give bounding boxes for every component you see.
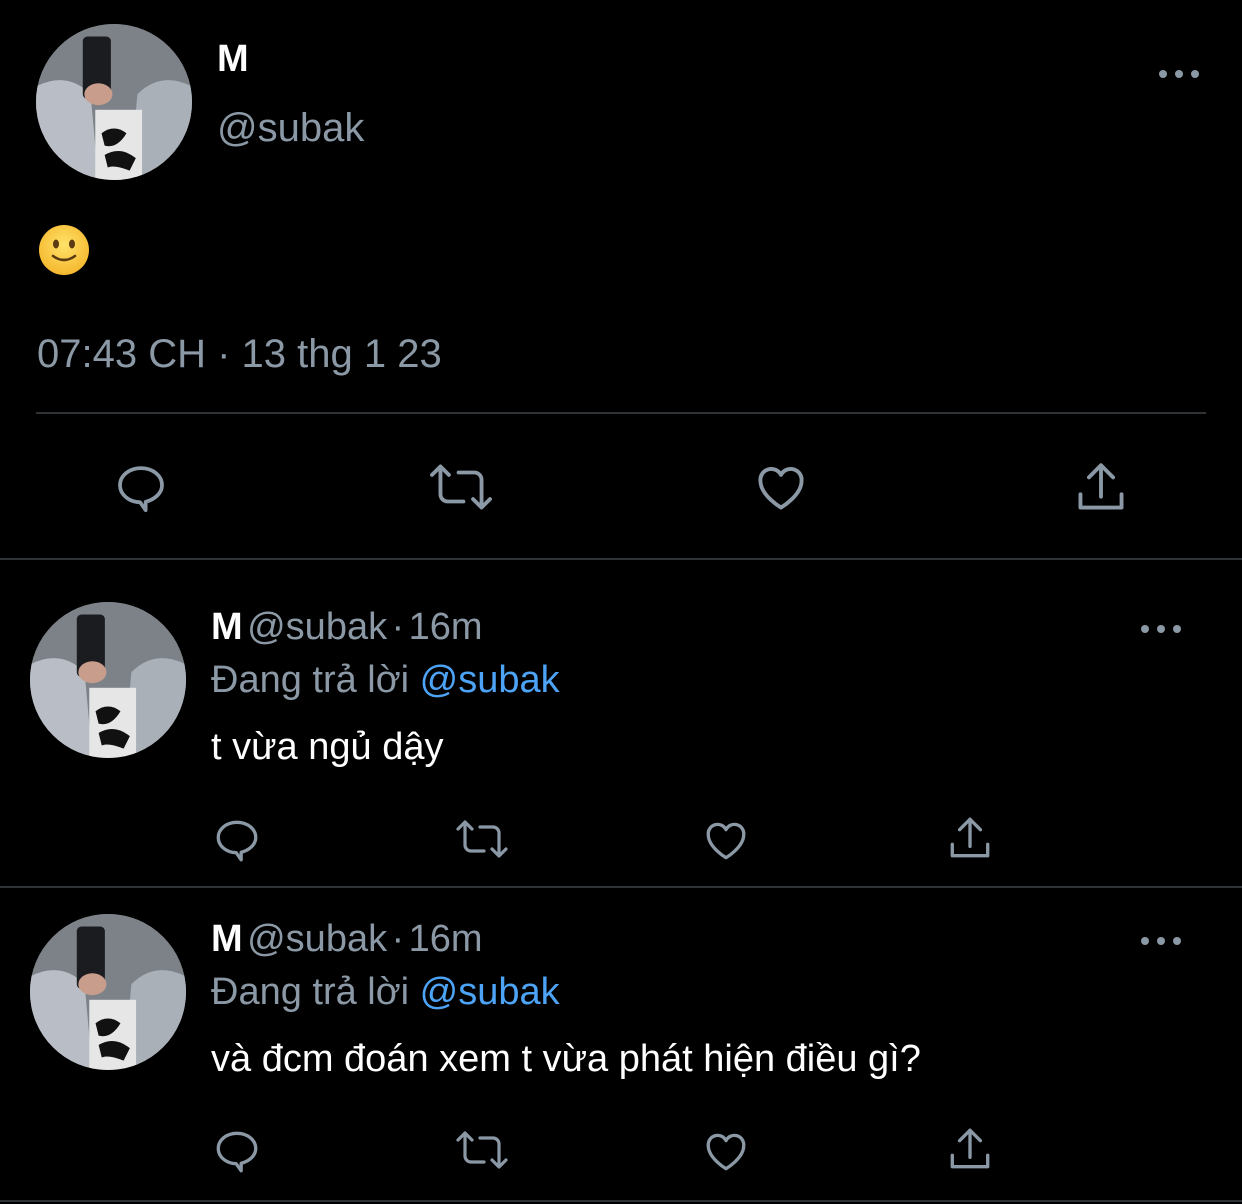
reply-author-name[interactable]: M — [211, 918, 243, 960]
comment-icon[interactable] — [212, 1126, 262, 1176]
tweet-timestamp[interactable]: 07:43 CH · 13 thg 1 23 — [37, 332, 442, 377]
avatar[interactable] — [30, 602, 186, 758]
comment-icon[interactable] — [212, 815, 262, 865]
avatar[interactable] — [30, 914, 186, 1070]
reply-text: t vừa ngủ dậy — [211, 726, 444, 768]
avatar-image — [30, 914, 186, 1070]
mention-link[interactable]: @subak — [420, 659, 560, 701]
replying-to-line: Đang trả lời @subak — [211, 971, 560, 1014]
heart-icon[interactable] — [701, 1126, 751, 1176]
heart-icon[interactable] — [752, 458, 810, 516]
retweet-icon[interactable] — [453, 1126, 511, 1174]
more-icon[interactable] — [1159, 67, 1199, 81]
more-icon[interactable] — [1141, 934, 1181, 948]
more-icon[interactable] — [1141, 622, 1181, 636]
slightly-smiling-face-icon — [39, 225, 89, 275]
tweet-author-handle[interactable]: @subak — [217, 106, 364, 151]
meta-separator: · — [391, 918, 405, 960]
retweet-icon[interactable] — [453, 815, 511, 863]
avatar-image — [36, 24, 192, 180]
share-icon[interactable] — [945, 813, 995, 863]
reply-header: M @subak · 16m — [211, 606, 483, 649]
reply-author-name[interactable]: M — [211, 606, 243, 648]
meta-separator: · — [391, 606, 405, 648]
reply-text: và đcm đoán xem t vừa phát hiện điều gì? — [211, 1038, 921, 1080]
reply-header: M @subak · 16m — [211, 918, 483, 961]
reply-time[interactable]: 16m — [409, 918, 483, 960]
heart-icon[interactable] — [701, 815, 751, 865]
tweet-author-name[interactable]: M — [217, 38, 249, 81]
reply-time[interactable]: 16m — [409, 606, 483, 648]
reply-author-handle[interactable]: @subak — [247, 918, 387, 960]
retweet-icon[interactable] — [426, 458, 496, 516]
tweet-emoji — [38, 224, 90, 276]
divider — [0, 886, 1242, 888]
avatar-image — [30, 602, 186, 758]
reply-author-handle[interactable]: @subak — [247, 606, 387, 648]
replying-label: Đang trả lời — [211, 971, 410, 1013]
divider — [0, 1200, 1242, 1202]
share-icon[interactable] — [1072, 458, 1130, 516]
mention-link[interactable]: @subak — [420, 971, 560, 1013]
comment-icon[interactable] — [113, 460, 169, 516]
replying-label: Đang trả lời — [211, 659, 410, 701]
divider — [0, 558, 1242, 560]
divider — [36, 412, 1206, 414]
avatar[interactable] — [36, 24, 192, 180]
replying-to-line: Đang trả lời @subak — [211, 659, 560, 702]
share-icon[interactable] — [945, 1124, 995, 1174]
